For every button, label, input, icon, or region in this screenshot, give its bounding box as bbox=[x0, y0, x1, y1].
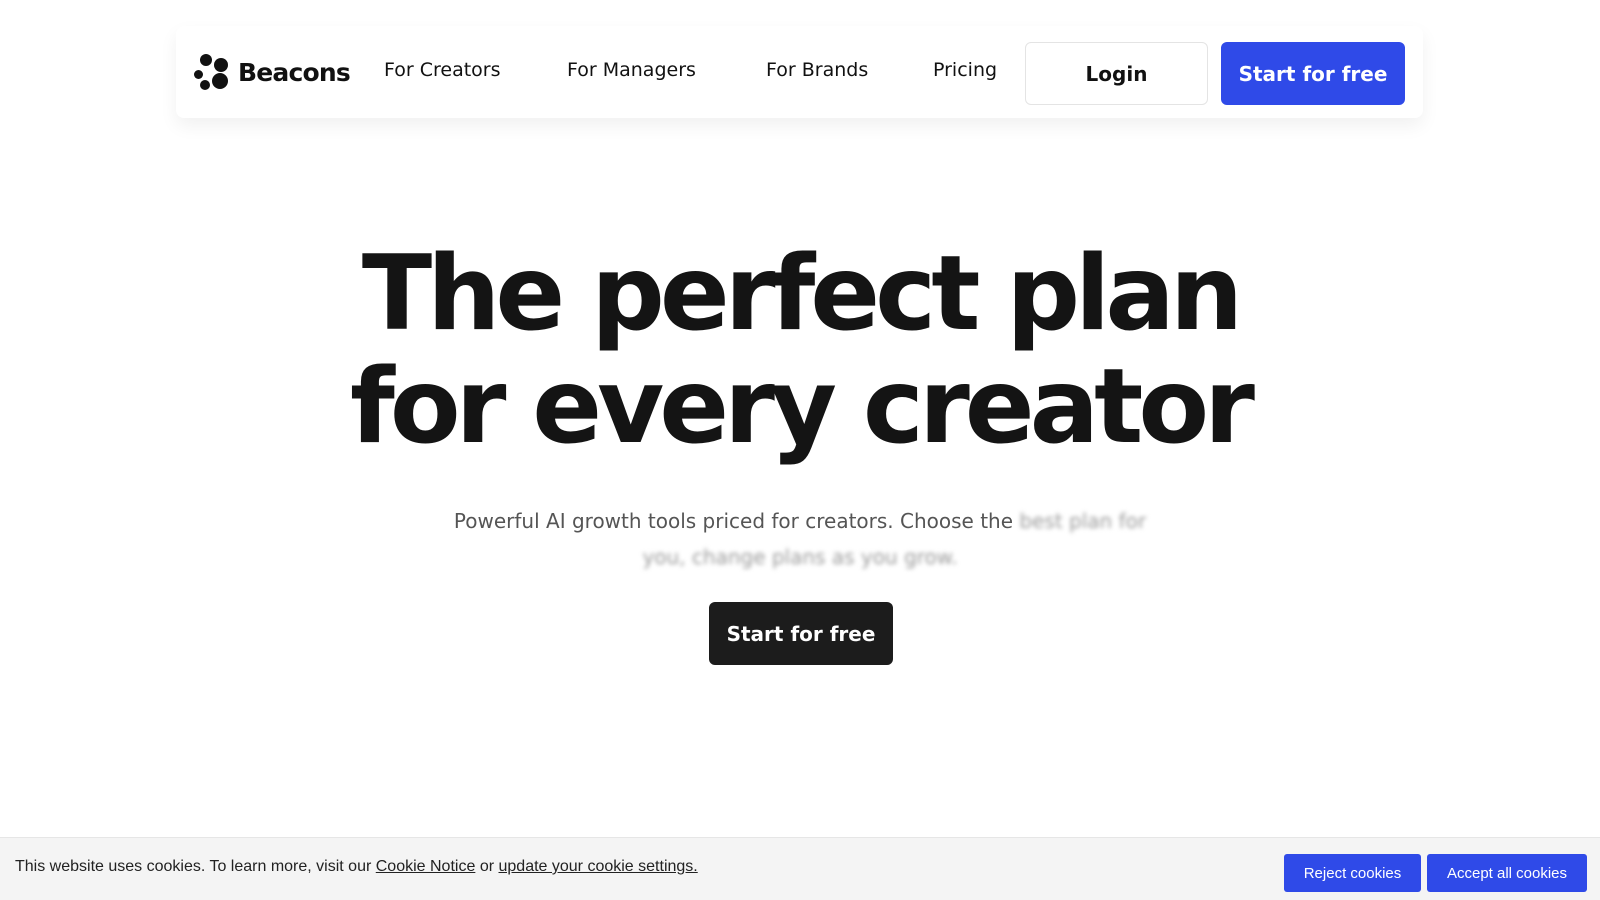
hero-title-line-2: for every creator bbox=[350, 347, 1255, 467]
start-for-free-hero-button[interactable]: Start for free bbox=[709, 602, 893, 665]
hero-subtitle-visible: Powerful AI growth tools priced for crea… bbox=[453, 509, 1014, 533]
nav-link-for-creators[interactable]: For Creators bbox=[384, 59, 501, 81]
login-button[interactable]: Login bbox=[1025, 42, 1208, 105]
reject-cookies-button[interactable]: Reject cookies bbox=[1284, 854, 1421, 892]
beacons-logo-icon bbox=[194, 54, 232, 90]
cookie-settings-link[interactable]: update your cookie settings. bbox=[499, 858, 698, 875]
brand-logo-link[interactable]: Beacons bbox=[194, 54, 351, 90]
nav-link-for-brands[interactable]: For Brands bbox=[766, 59, 868, 81]
cookie-text-or: or bbox=[479, 858, 495, 875]
hero-subtitle: Powerful AI growth tools priced for crea… bbox=[430, 503, 1170, 575]
nav-link-pricing[interactable]: Pricing bbox=[933, 59, 997, 81]
cookie-banner: This website uses cookies. To learn more… bbox=[0, 837, 1600, 900]
start-for-free-nav-button[interactable]: Start for free bbox=[1221, 42, 1405, 105]
top-navbar: Beacons For Creators For Managers For Br… bbox=[176, 26, 1423, 118]
accept-all-cookies-button[interactable]: Accept all cookies bbox=[1427, 854, 1587, 892]
brand-name: Beacons bbox=[238, 57, 351, 87]
cookie-message: This website uses cookies. To learn more… bbox=[15, 858, 698, 876]
hero-title-line-1: The perfect plan bbox=[361, 234, 1243, 354]
hero-title: The perfect plan for every creator bbox=[0, 238, 1600, 464]
nav-link-for-managers[interactable]: For Managers bbox=[567, 59, 696, 81]
cookie-text-intro: This website uses cookies. To learn more… bbox=[15, 858, 372, 875]
cookie-notice-link[interactable]: Cookie Notice bbox=[376, 858, 476, 875]
